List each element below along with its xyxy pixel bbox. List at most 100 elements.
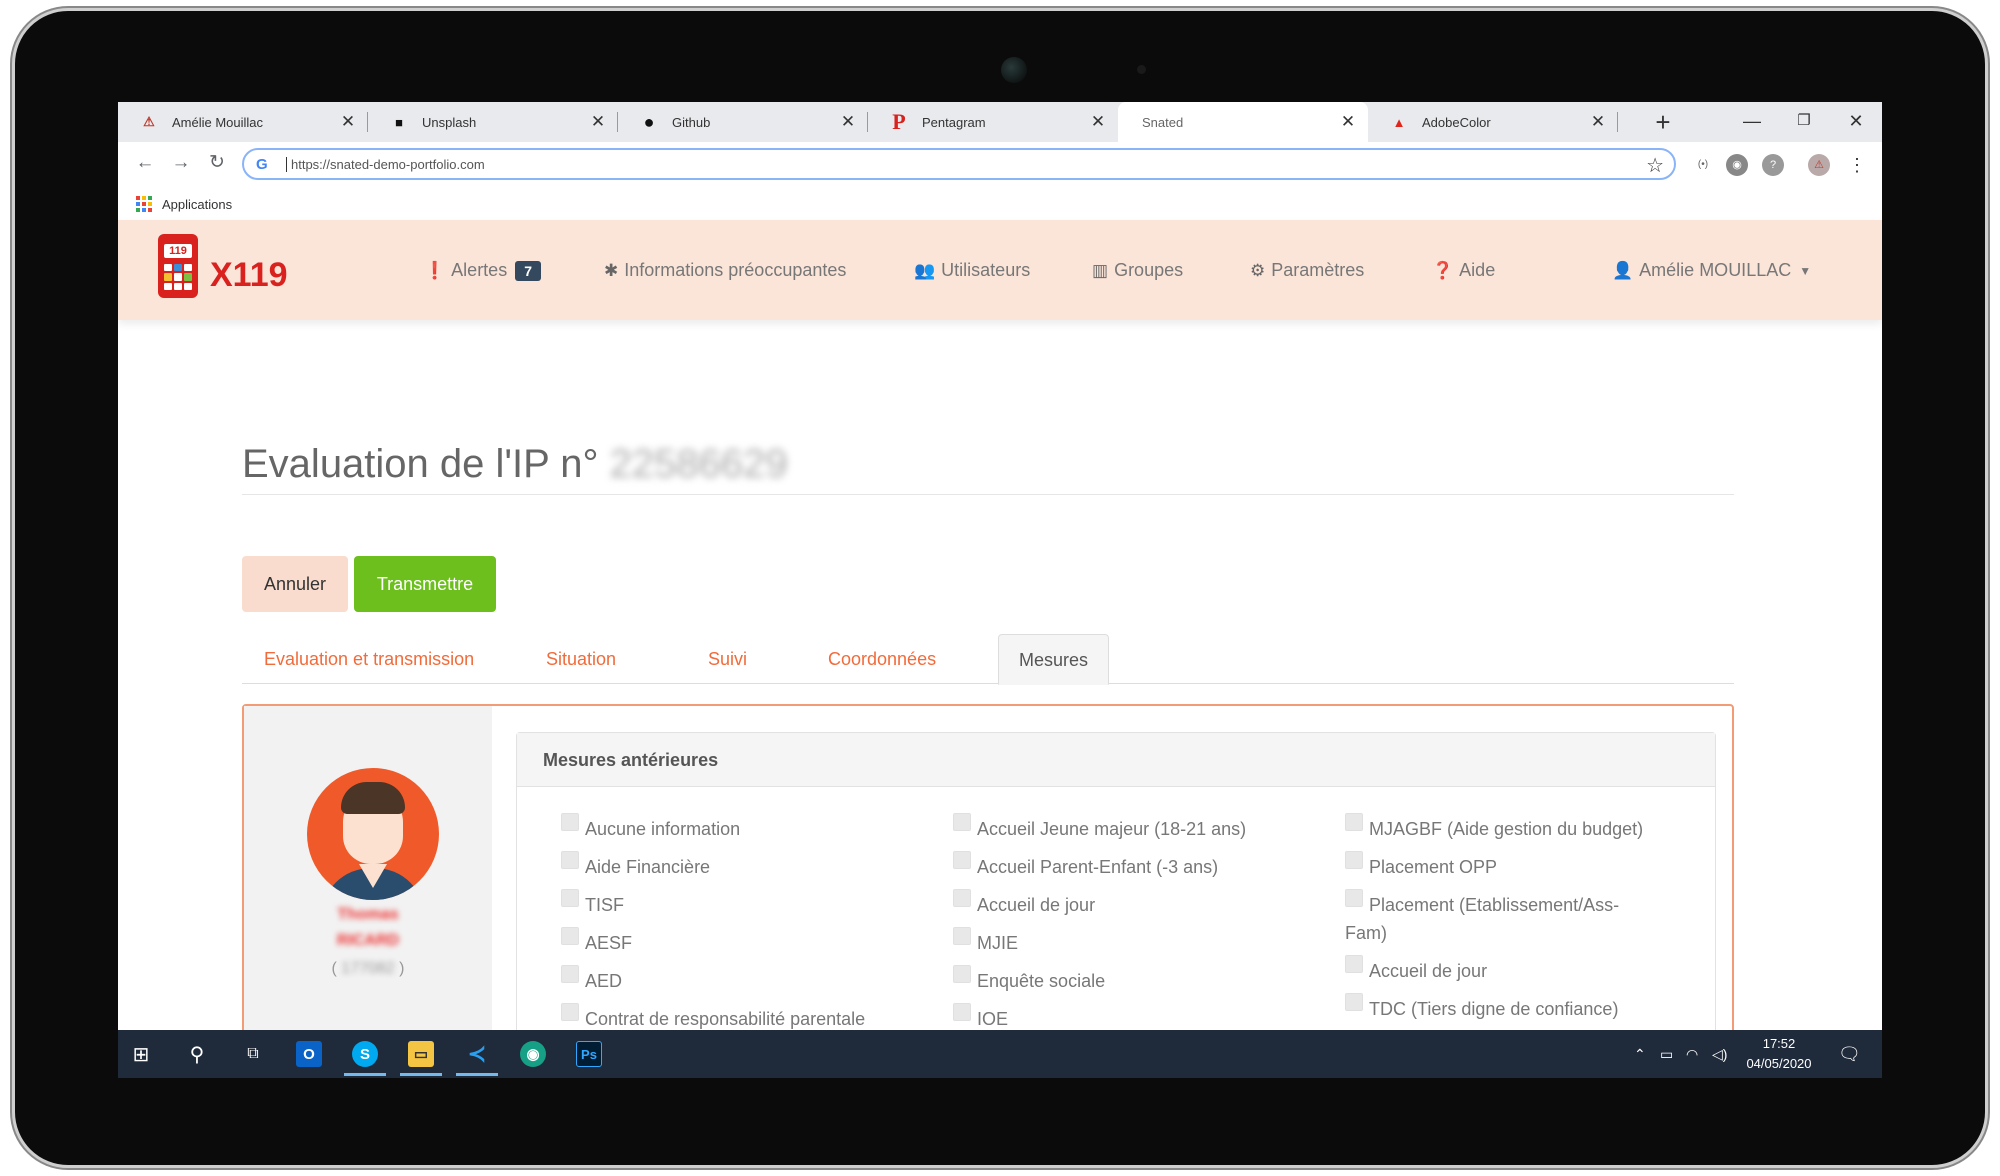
checkbox[interactable] — [953, 851, 971, 869]
checkbox-item[interactable]: Placement (Etablissement/Ass-Fam) — [1345, 889, 1645, 947]
checkbox-item[interactable]: Contrat de responsabilité parentale — [561, 1003, 891, 1033]
browser-tab-active[interactable]: Snated ✕ — [1118, 102, 1368, 142]
nav-groups[interactable]: ▥ Groupes — [1092, 260, 1183, 281]
mesures-panel: Thomas RICARD ( 177082 ) Mesures antérie… — [242, 704, 1734, 1078]
checkbox-item[interactable]: TDC (Tiers digne de confiance) — [1345, 993, 1645, 1023]
battery-icon[interactable]: ▭ — [1660, 1030, 1673, 1078]
tab-title: Snated — [1142, 114, 1184, 130]
tray-chevron-icon[interactable]: ⌃ — [1634, 1030, 1646, 1078]
nav-help[interactable]: ❓ Aide — [1432, 260, 1495, 281]
checkbox[interactable] — [1345, 851, 1363, 869]
shield-icon[interactable]: ? — [1762, 154, 1784, 176]
close-icon[interactable]: ✕ — [588, 112, 608, 132]
reload-icon[interactable]: ↻ — [202, 148, 232, 178]
new-tab-button[interactable]: + — [1646, 106, 1680, 138]
browser-tab[interactable]: ▲ AdobeColor ✕ — [1368, 102, 1618, 142]
nav-informations[interactable]: ✱ Informations préoccupantes — [604, 260, 846, 281]
volume-icon[interactable]: ◁) — [1712, 1030, 1727, 1078]
notifications-icon[interactable]: 🗨 — [1838, 1030, 1861, 1078]
bookmark-apps-link[interactable]: Applications — [162, 197, 232, 212]
nav-user-menu[interactable]: 👤 Amélie MOUILLAC ▼ — [1612, 260, 1811, 281]
checkbox[interactable] — [561, 889, 579, 907]
app-logo[interactable]: 119 X119 — [158, 234, 288, 298]
checkbox-item[interactable]: IOE — [953, 1003, 1283, 1033]
checkbox-item[interactable]: Placement OPP — [1345, 851, 1645, 881]
windows-start-icon[interactable]: ⊞ — [118, 1030, 164, 1078]
back-icon[interactable]: ← — [130, 148, 160, 178]
bookmark-star-icon[interactable]: ☆ — [1646, 153, 1664, 178]
extension-icon[interactable]: ◉ — [1726, 154, 1748, 176]
task-view-icon[interactable]: ⧉ — [230, 1030, 276, 1078]
restore-icon[interactable]: ❐ — [1778, 102, 1830, 142]
tab-evaluation[interactable]: Evaluation et transmission — [264, 634, 474, 684]
close-window-icon[interactable]: ✕ — [1830, 102, 1882, 142]
photoshop-icon[interactable]: Ps — [566, 1030, 612, 1078]
checkbox-item[interactable]: Aucune information — [561, 813, 891, 843]
checkbox-label: AED — [585, 971, 623, 991]
menu-dots-icon[interactable]: ⋮ — [1846, 154, 1868, 176]
outlook-icon[interactable]: O — [286, 1030, 332, 1078]
search-icon[interactable]: ⚲ — [174, 1030, 220, 1078]
gitkraken-icon[interactable]: ◉ — [510, 1030, 556, 1078]
nav-users[interactable]: 👥 Utilisateurs — [914, 260, 1030, 281]
tab-mesures[interactable]: Mesures — [998, 634, 1110, 685]
close-icon[interactable]: ✕ — [338, 112, 358, 132]
checkbox-item[interactable]: Aide Financière — [561, 851, 891, 881]
browser-tab[interactable]: P Pentagram ✕ — [868, 102, 1118, 142]
checkbox-item[interactable]: TISF — [561, 889, 891, 919]
checkbox-item[interactable]: Accueil de jour — [1345, 955, 1645, 985]
checkbox[interactable] — [561, 927, 579, 945]
url-text: https://snated-demo-portfolio.com — [286, 156, 485, 172]
vscode-icon[interactable]: ≺ — [454, 1030, 500, 1078]
nav-settings[interactable]: ⚙ Paramètres — [1250, 260, 1364, 281]
file-explorer-icon[interactable]: ▭ — [398, 1030, 444, 1078]
browser-tab[interactable]: ⚠ Amélie Mouillac ✕ — [118, 102, 368, 142]
close-icon[interactable]: ✕ — [1338, 112, 1358, 132]
checkbox-label: TDC (Tiers digne de confiance) — [1369, 999, 1619, 1019]
checkbox-item[interactable]: Accueil Jeune majeur (18-21 ans) — [953, 813, 1283, 843]
cancel-button[interactable]: Annuler — [242, 556, 348, 612]
checkbox[interactable] — [953, 1003, 971, 1021]
caret-down-icon: ▼ — [1799, 263, 1812, 278]
skype-icon[interactable]: S — [342, 1030, 388, 1078]
checkbox-item[interactable]: MJAGBF (Aide gestion du budget) — [1345, 813, 1645, 843]
unsplash-icon: ■ — [395, 114, 403, 130]
checkbox[interactable] — [1345, 993, 1363, 1011]
system-clock[interactable]: 17:52 04/05/2020 — [1734, 1034, 1824, 1074]
minimize-icon[interactable]: — — [1726, 102, 1778, 142]
checkbox-item[interactable]: Accueil de jour — [953, 889, 1283, 919]
checkbox[interactable] — [1345, 889, 1363, 907]
tab-coordonnees[interactable]: Coordonnées — [828, 634, 936, 684]
transmit-button[interactable]: Transmettre — [354, 556, 496, 612]
checkbox[interactable] — [953, 927, 971, 945]
checkbox[interactable] — [561, 1003, 579, 1021]
browser-tab[interactable]: ● Github ✕ — [618, 102, 868, 142]
browser-tab[interactable]: ■ Unsplash ✕ — [368, 102, 618, 142]
checkbox-item[interactable]: Accueil Parent-Enfant (-3 ans) — [953, 851, 1283, 881]
checkbox[interactable] — [953, 965, 971, 983]
forward-icon[interactable]: → — [166, 148, 196, 178]
clock-time: 17:52 — [1762, 1036, 1796, 1051]
close-icon[interactable]: ✕ — [838, 112, 858, 132]
checkbox-item[interactable]: Enquête sociale — [953, 965, 1283, 995]
profile-avatar[interactable]: ⚠ — [1808, 154, 1830, 176]
checkbox[interactable] — [561, 851, 579, 869]
screen: ⚠ Amélie Mouillac ✕ ■ Unsplash ✕ ● Githu… — [118, 102, 1882, 1078]
checkbox[interactable] — [1345, 955, 1363, 973]
tab-situation[interactable]: Situation — [546, 634, 616, 684]
address-bar[interactable]: G https://snated-demo-portfolio.com ☆ — [242, 148, 1676, 180]
checkbox-item[interactable]: AESF — [561, 927, 891, 957]
checkbox-item[interactable]: MJIE — [953, 927, 1283, 957]
checkbox[interactable] — [561, 813, 579, 831]
nav-alerts[interactable]: ❗ Alertes 7 — [424, 260, 541, 281]
wifi-icon[interactable]: ◠ — [1686, 1030, 1698, 1078]
extension-icon[interactable]: (•) — [1692, 154, 1714, 176]
checkbox[interactable] — [953, 813, 971, 831]
checkbox-item[interactable]: AED — [561, 965, 891, 995]
checkbox[interactable] — [561, 965, 579, 983]
checkbox[interactable] — [1345, 813, 1363, 831]
checkbox[interactable] — [953, 889, 971, 907]
close-icon[interactable]: ✕ — [1588, 112, 1608, 132]
tab-suivi[interactable]: Suivi — [708, 634, 747, 684]
close-icon[interactable]: ✕ — [1088, 112, 1108, 132]
